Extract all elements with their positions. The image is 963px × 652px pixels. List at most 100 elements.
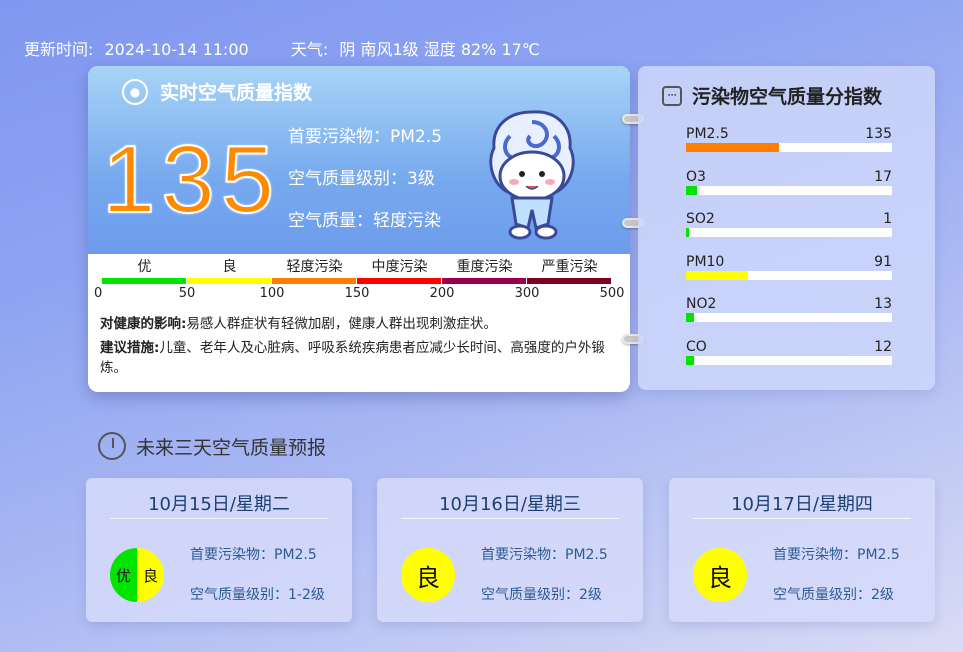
forecast-badge: 优良 bbox=[110, 548, 164, 602]
scale-label: 优 bbox=[137, 259, 152, 275]
pollutant-row: SO2 1 bbox=[686, 211, 892, 227]
pollutant-value: 17 bbox=[874, 168, 892, 185]
scale-tick: 50 bbox=[178, 286, 196, 301]
forecast-date: 10月15日/星期二 bbox=[148, 494, 290, 515]
forecast-primary: 首要污染物：PM2.5 bbox=[481, 547, 608, 563]
scale-tick: 200 bbox=[429, 286, 455, 301]
scale-segment bbox=[527, 278, 611, 284]
forecast-level: 空气质量级别：1-2级 bbox=[190, 587, 325, 603]
pollutant-item: PM2.5 135 bbox=[686, 126, 892, 169]
pollutant-name: NO2 bbox=[686, 296, 717, 312]
air-quality-icon: ● bbox=[122, 78, 148, 105]
pollutant-bar-fill bbox=[686, 270, 748, 280]
pollutant-item: SO2 1 bbox=[686, 211, 892, 254]
scale-label: 严重污染 bbox=[541, 259, 598, 275]
forecast-date: 10月16日/星期三 bbox=[439, 494, 581, 515]
pollutant-name: CO bbox=[686, 338, 707, 355]
update-label: 更新时间: bbox=[24, 40, 94, 59]
pollutant-item: PM10 91 bbox=[686, 254, 892, 297]
pollutant-bar-fill bbox=[686, 228, 690, 237]
forecast-card: 10月15日/星期二优良 首要污染物：PM2.5 空气质量级别：1-2级 bbox=[86, 478, 352, 622]
weather-value: 阴 南风1级 湿度 82% 17℃ bbox=[339, 40, 540, 59]
scale-tick: 100 bbox=[259, 286, 285, 301]
pollutant-title: ⋯ 污染物空气质量分指数 bbox=[662, 82, 882, 109]
primary-pollutant: 首要污染物：PM2.5 bbox=[288, 127, 442, 147]
aqi-value: 135 bbox=[101, 126, 281, 233]
pollutant-list: PM2.5 135 O3 17 SO2 1 PM10 91 NO2 13 CO 12 bbox=[686, 126, 892, 381]
scale-label: 良 bbox=[222, 259, 237, 275]
forecast-level: 空气质量级别：2级 bbox=[773, 587, 894, 603]
forecast-date: 10月17日/星期四 bbox=[731, 494, 873, 515]
health-advice: 建议措施:儿童、老年人及心脏病、呼吸系统疾病患者应减少长时间、高强度的户外锻炼。 bbox=[100, 338, 620, 378]
pollutant-row: PM10 91 bbox=[686, 254, 892, 270]
pollutant-row: O3 17 bbox=[686, 169, 892, 185]
aqi-info: 首要污染物：PM2.5 空气质量级别：3级 空气质量：轻度污染 bbox=[288, 122, 442, 248]
grid-icon: ⋯ bbox=[662, 85, 682, 106]
divider bbox=[401, 518, 619, 519]
pollutant-value: 1 bbox=[883, 211, 892, 227]
update-bar: 更新时间: 2024-10-14 11:00 天气: 阴 南风1级 湿度 82%… bbox=[24, 36, 546, 60]
update-time: 2024-10-14 11:00 bbox=[104, 40, 249, 59]
scale-ticks: 0 50 100 150 200 300 500 bbox=[94, 286, 624, 306]
scale-tick: 500 bbox=[599, 286, 625, 301]
pollutant-row: PM2.5 135 bbox=[686, 126, 892, 142]
pollutant-bar bbox=[686, 313, 892, 322]
forecast-level: 空气质量级别：2级 bbox=[481, 587, 602, 603]
scale-tick: 150 bbox=[344, 286, 370, 301]
aqi-card: ● 实时空气质量指数 135 首要污染物：PM2.5 空气质量级别：3级 空气质… bbox=[88, 66, 630, 392]
pollutant-value: 135 bbox=[865, 126, 892, 142]
pollutant-title-text: 污染物空气质量分指数 bbox=[692, 86, 883, 108]
pollutant-bar-fill bbox=[686, 355, 695, 365]
pollutant-bar-fill bbox=[686, 185, 698, 195]
clock-icon bbox=[98, 432, 126, 460]
pollutant-row: NO2 13 bbox=[686, 296, 892, 312]
scale-segment bbox=[357, 278, 441, 284]
aqi-level: 空气质量级别：3级 bbox=[288, 169, 435, 189]
pollutant-bar bbox=[686, 185, 892, 195]
mascot-icon bbox=[489, 110, 575, 240]
pollutant-value: 12 bbox=[874, 338, 892, 355]
scale-label: 轻度污染 bbox=[286, 259, 343, 275]
pollutant-bar-fill bbox=[686, 143, 779, 152]
forecast-primary: 首要污染物：PM2.5 bbox=[190, 547, 317, 563]
forecast-card: 10月16日/星期三良 首要污染物：PM2.5 空气质量级别：2级 bbox=[377, 478, 643, 622]
pollutant-item: NO2 13 bbox=[686, 296, 892, 339]
scale-label: 重度污染 bbox=[456, 259, 513, 275]
pollutant-name: O3 bbox=[686, 168, 706, 185]
divider bbox=[110, 518, 328, 519]
aqi-scale: 优 良 轻度污染 中度污染 重度污染 严重污染 0 50 100 150 200 300 500 bbox=[94, 256, 624, 306]
health-impact: 对健康的影响:易感人群症状有轻微加剧，健康人群出现刺激症状。 bbox=[100, 314, 620, 334]
divider bbox=[693, 518, 911, 519]
forecast-card: 10月17日/星期四良 首要污染物：PM2.5 空气质量级别：2级 bbox=[669, 478, 935, 622]
forecast-title: 未来三天空气质量预报 bbox=[98, 432, 326, 460]
scale-segment bbox=[102, 278, 186, 284]
health-impact-label: 对健康的影响: bbox=[100, 316, 187, 332]
scale-segment bbox=[272, 278, 356, 284]
aqi-quality: 空气质量：轻度污染 bbox=[288, 211, 441, 231]
pollutant-bar-fill bbox=[686, 313, 695, 322]
scale-segment bbox=[442, 278, 526, 284]
scale-label: 中度污染 bbox=[371, 259, 428, 275]
forecast-info: 首要污染物：PM2.5 空气质量级别：2级 bbox=[481, 544, 608, 624]
scale-labels: 优 良 轻度污染 中度污染 重度污染 严重污染 bbox=[102, 256, 612, 276]
pollutant-value: 91 bbox=[874, 253, 892, 270]
scale-tick: 300 bbox=[514, 286, 540, 301]
pollutant-name: SO2 bbox=[686, 211, 715, 227]
forecast-title-text: 未来三天空气质量预报 bbox=[136, 436, 327, 459]
pollutant-name: PM10 bbox=[686, 253, 725, 270]
pollutant-bar bbox=[686, 355, 892, 365]
health-advice-label: 建议措施: bbox=[100, 340, 160, 356]
pollutant-item: O3 17 bbox=[686, 169, 892, 212]
forecast-badge-part: 良 bbox=[137, 548, 164, 602]
pollutant-bar bbox=[686, 270, 892, 280]
pollutant-card: ⋯ 污染物空气质量分指数 PM2.5 135 O3 17 SO2 1 PM10 91 NO2 13… bbox=[638, 66, 935, 390]
scale-segment bbox=[187, 278, 271, 284]
aqi-title-text: 实时空气质量指数 bbox=[160, 82, 313, 104]
forecast-info: 首要污染物：PM2.5 空气质量级别：2级 bbox=[773, 544, 900, 624]
forecast-badge-part: 优 bbox=[110, 548, 137, 602]
pollutant-row: CO 12 bbox=[686, 339, 892, 355]
scale-tick: 0 bbox=[94, 286, 103, 301]
pollutant-name: PM2.5 bbox=[686, 126, 729, 142]
pollutant-bar bbox=[686, 228, 892, 237]
pollutant-item: CO 12 bbox=[686, 339, 892, 382]
